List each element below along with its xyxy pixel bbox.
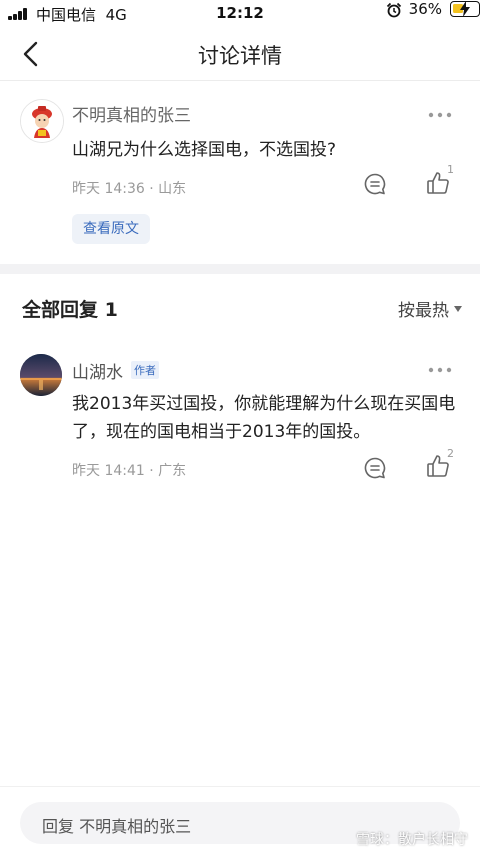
- view-original-button[interactable]: 查看原文: [72, 214, 150, 244]
- replies-count-title: 全部回复 1: [22, 299, 118, 321]
- battery-percent: 36%: [408, 0, 442, 18]
- post-text: 山湖兄为什么选择国电，不选国投?: [72, 140, 337, 160]
- sort-label: 按最热: [398, 301, 449, 321]
- section-divider: [0, 264, 480, 274]
- nav-bar: 讨论详情: [0, 28, 480, 81]
- replies-header: 全部回复 1 按最热: [0, 274, 480, 336]
- sort-dropdown[interactable]: 按最热: [398, 296, 462, 321]
- reply-input-placeholder: 回复 不明真相的张三: [42, 817, 192, 836]
- reply-text: 我2013年买过国投，你就能理解为什么现在买国电了，现在的国电相当于2013年的…: [72, 394, 456, 442]
- original-post: 不明真相的张三 山湖兄为什么选择国电，不选国投? 昨天 14:36 · 山东 1…: [0, 81, 480, 264]
- post-meta: 昨天 14:36 · 山东: [72, 181, 187, 197]
- more-options-icon[interactable]: [428, 111, 452, 119]
- reply-meta: 昨天 14:41 · 广东: [72, 463, 187, 479]
- bottom-bar: 回复 不明真相的张三 雪球：散户长相守: [0, 786, 480, 855]
- like-count: 1: [447, 163, 454, 176]
- reply-item: 山湖水 作者 我2013年买过国投，你就能理解为什么现在买国电了，现在的国电相当…: [0, 340, 480, 500]
- avatar[interactable]: [20, 99, 64, 143]
- status-bar: 中国电信 4G 12:12 36%: [0, 0, 480, 28]
- comment-icon[interactable]: [363, 456, 387, 480]
- more-options-icon[interactable]: [428, 366, 452, 374]
- page-title: 讨论详情: [198, 44, 282, 68]
- like-count: 2: [447, 447, 454, 460]
- battery-icon: [450, 1, 480, 17]
- alarm-icon: [386, 2, 402, 18]
- author-badge: 作者: [131, 361, 159, 379]
- reply-author-name[interactable]: 山湖水: [72, 358, 123, 383]
- watermark: 雪球：散户长相守: [356, 832, 468, 848]
- comment-icon[interactable]: [363, 172, 387, 196]
- caret-down-icon: [454, 306, 462, 312]
- avatar[interactable]: [20, 354, 62, 396]
- post-author-name[interactable]: 不明真相的张三: [72, 101, 191, 126]
